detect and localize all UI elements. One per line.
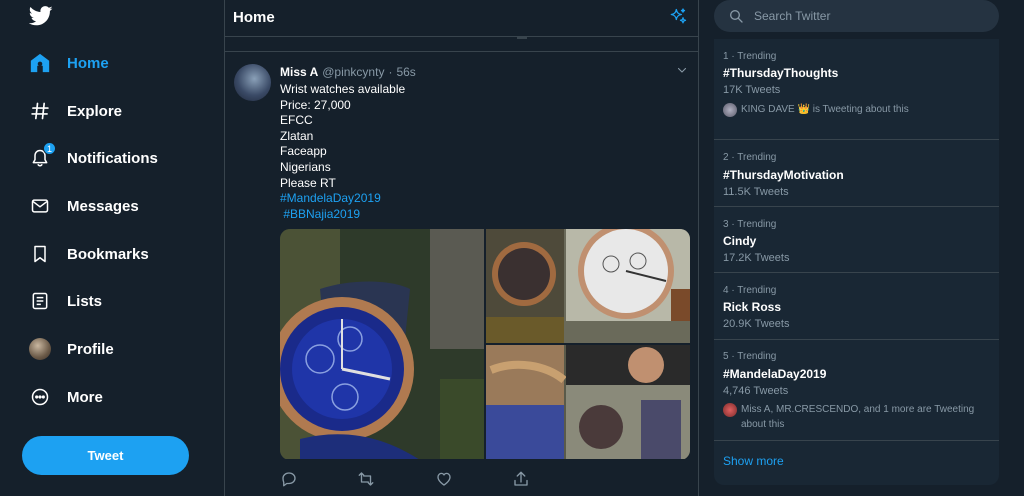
- avatar: [723, 403, 737, 417]
- trend-name: #ThursdayThoughts: [723, 66, 839, 80]
- nav-lists[interactable]: Lists: [28, 287, 102, 315]
- nav-notifications-label: Notifications: [67, 149, 158, 167]
- search-input[interactable]: [754, 0, 984, 32]
- avatar: [723, 103, 737, 117]
- nav-home[interactable]: Home: [28, 49, 109, 77]
- trend-meta: 2 · Trending: [723, 152, 777, 163]
- trends-panel: 1 · Trending #ThursdayThoughts 17K Tweet…: [714, 39, 999, 485]
- trend-meta: 3 · Trending: [723, 219, 777, 230]
- tweet-line: EFCC: [280, 113, 313, 128]
- trend-count: 11.5K Tweets: [723, 186, 789, 198]
- nav-bookmarks-label: Bookmarks: [67, 245, 149, 263]
- show-more-link[interactable]: Show more: [723, 454, 784, 468]
- trend-meta: 1 · Trending: [723, 51, 777, 62]
- trend-item[interactable]: 2 · Trending #ThursdayMotivation 11.5K T…: [714, 140, 999, 207]
- search-bar[interactable]: [714, 0, 999, 32]
- timeline-header: Home: [225, 0, 698, 36]
- trend-item[interactable]: 5 · Trending #MandelaDay2019 4,746 Tweet…: [714, 340, 999, 441]
- nav-profile-label: Profile: [67, 340, 114, 358]
- reply-icon[interactable]: [280, 470, 298, 488]
- list-icon: [28, 289, 52, 313]
- compose-collapse-handle[interactable]: [517, 36, 527, 39]
- trend-item[interactable]: 4 · Trending Rick Ross 20.9K Tweets: [714, 273, 999, 340]
- tweet-line: Price: 27,000: [280, 97, 351, 112]
- tweet-line: Wrist watches available: [280, 82, 406, 96]
- tweet-photo[interactable]: [486, 345, 690, 459]
- tweet[interactable]: Miss A @pinkcynty · 56s Wrist watches av…: [225, 52, 698, 496]
- nav-notifications[interactable]: 1 Notifications: [28, 142, 158, 172]
- hashtag-link[interactable]: #MandelaDay2019: [280, 191, 405, 207]
- chevron-down-icon[interactable]: [676, 64, 688, 76]
- trend-tweeting: KING DAVE 👑 is Tweeting about this: [723, 102, 909, 117]
- tweet-line: Faceapp: [280, 144, 327, 159]
- share-icon[interactable]: [512, 470, 530, 488]
- trend-tweeting: Miss A, MR.CRESCENDO, and 1 more are Twe…: [723, 402, 974, 432]
- trend-meta: 4 · Trending: [723, 285, 777, 296]
- left-sidebar: Home Explore 1 Notifications Messages Bo…: [0, 0, 224, 496]
- envelope-icon: [28, 194, 52, 218]
- tweet-line: Zlatan: [280, 128, 314, 143]
- tweet-line: Please RT: [280, 175, 336, 190]
- trend-count: 4,746 Tweets: [723, 385, 789, 397]
- heart-icon[interactable]: [435, 470, 453, 488]
- nav-messages-label: Messages: [67, 197, 139, 215]
- trend-name: #ThursdayMotivation: [723, 168, 844, 182]
- trend-name: Cindy: [723, 234, 757, 248]
- trend-count: 17.2K Tweets: [723, 252, 790, 264]
- tweet-author-handle[interactable]: @pinkcynty: [322, 65, 384, 79]
- nav-bookmarks[interactable]: Bookmarks: [28, 240, 149, 268]
- main-timeline: Home Miss A @pinkcynty · 56s Wrist watch…: [224, 0, 699, 496]
- nav-home-label: Home: [67, 54, 109, 72]
- hashtag-icon: [28, 99, 52, 123]
- trend-name: Rick Ross: [723, 300, 782, 314]
- trend-count: 20.9K Tweets: [723, 318, 790, 330]
- trend-item[interactable]: 3 · Trending Cindy 17.2K Tweets: [714, 207, 999, 273]
- tweet-actions: [280, 470, 580, 490]
- page-title: Home: [233, 9, 275, 26]
- trend-count: 17K Tweets: [723, 84, 781, 96]
- tweet-author-avatar[interactable]: [234, 64, 271, 101]
- twitter-bird-icon[interactable]: [29, 5, 53, 27]
- nav-lists-label: Lists: [67, 292, 103, 310]
- tweet-header: Miss A @pinkcynty · 56s: [280, 65, 416, 79]
- tweet-text: Wrist watches available Price: 27,000 EF…: [280, 82, 405, 222]
- tweet-photo[interactable]: [486, 229, 690, 343]
- trend-tweeting-text: about this: [741, 419, 785, 430]
- profile-avatar: [28, 337, 52, 361]
- trend-tweeting-text: KING DAVE 👑 is Tweeting about this: [741, 104, 909, 115]
- sparkle-icon[interactable]: [668, 7, 688, 27]
- home-icon: [28, 51, 52, 75]
- trend-meta: 5 · Trending: [723, 351, 777, 362]
- retweet-icon[interactable]: [357, 470, 375, 488]
- tweet-separator: ·: [388, 65, 393, 79]
- nav-explore-label: Explore: [67, 102, 123, 120]
- tweet-author-name[interactable]: Miss A: [280, 65, 318, 79]
- header-divider: [225, 36, 698, 37]
- trend-name: #MandelaDay2019: [723, 367, 827, 381]
- tweet-photo[interactable]: [280, 229, 484, 459]
- tweet-timestamp[interactable]: 56s: [396, 65, 415, 79]
- notification-badge: 1: [43, 142, 56, 155]
- tweet-line: Nigerians: [280, 159, 331, 174]
- trend-item[interactable]: 1 · Trending #ThursdayThoughts 17K Tweet…: [714, 39, 999, 140]
- tweet-button[interactable]: Tweet: [22, 436, 189, 475]
- trend-tweeting-text: Miss A, MR.CRESCENDO, and 1 more are Twe…: [741, 404, 975, 415]
- hashtag-link[interactable]: #BBNajia2019: [280, 207, 405, 223]
- search-icon: [730, 10, 743, 23]
- nav-profile[interactable]: Profile: [28, 335, 114, 363]
- nav-explore[interactable]: Explore: [28, 97, 122, 125]
- more-circle-icon: [28, 385, 52, 409]
- bell-icon: 1: [28, 142, 56, 170]
- nav-more[interactable]: More: [28, 383, 103, 411]
- bookmark-icon: [28, 242, 52, 266]
- nav-more-label: More: [67, 388, 103, 406]
- tweet-media-grid: [280, 229, 690, 460]
- right-sidebar: 1 · Trending #ThursdayThoughts 17K Tweet…: [714, 0, 999, 496]
- nav-messages[interactable]: Messages: [28, 192, 139, 220]
